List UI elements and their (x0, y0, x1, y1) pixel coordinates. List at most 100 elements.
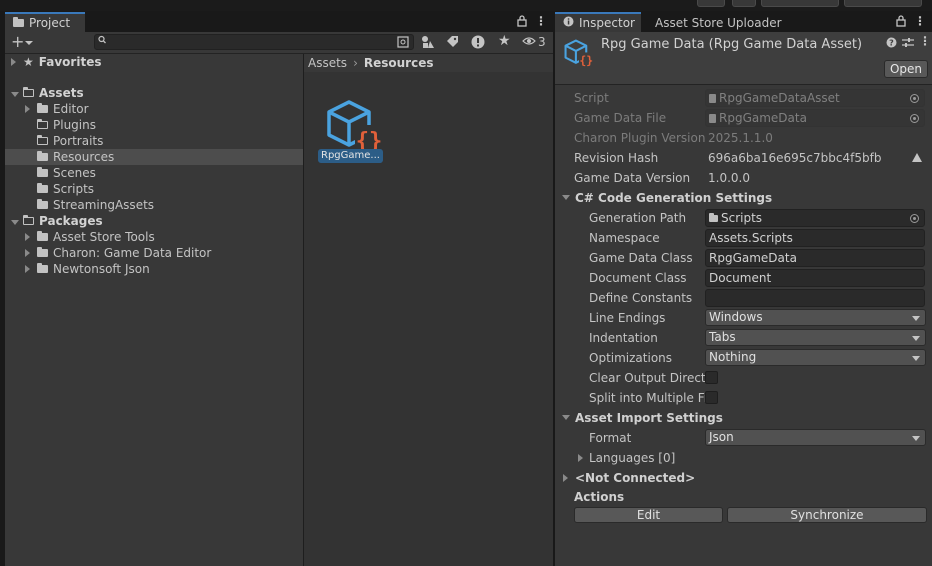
eye-icon[interactable] (522, 35, 536, 50)
object-picker-icon[interactable] (910, 94, 919, 103)
format-dropdown[interactable]: Json (705, 429, 926, 446)
tree-item-label: Portraits (53, 134, 104, 148)
tree-item-charon-game-data-editor[interactable]: Charon: Game Data Editor (5, 245, 303, 261)
foldout-arrow-icon[interactable] (563, 474, 568, 482)
project-panel: Project ⋮ + ★ 3 ★ Favorites Assets Edito… (5, 12, 553, 566)
game-data-file-row: Game Data File RpgGameData (555, 108, 932, 128)
search-input[interactable] (94, 34, 414, 50)
line-endings-dropdown[interactable]: Windows (705, 309, 926, 326)
chevron-down-icon[interactable] (25, 36, 33, 50)
lock-icon[interactable] (896, 15, 906, 30)
folder-open-icon (37, 134, 48, 148)
history-button[interactable] (697, 0, 725, 7)
asset-label[interactable]: RpgGame... (318, 149, 383, 163)
generation-path-row: Generation Path Scripts (555, 208, 932, 228)
tree-item-newtonsoft-json[interactable]: Newtonsoft Json (5, 261, 303, 277)
clear-output-row: Clear Output Directo (555, 368, 932, 388)
foldout-arrow-icon[interactable] (562, 415, 570, 420)
project-toolbar: + ★ 3 (5, 32, 553, 54)
foldout-arrow-icon[interactable] (25, 249, 30, 257)
folder-shape (37, 103, 48, 113)
search-top-button[interactable] (732, 0, 756, 7)
namespace-input[interactable]: Assets.Scripts (705, 229, 925, 247)
lock-icon[interactable] (517, 15, 527, 30)
error-filter-icon[interactable] (471, 35, 485, 52)
foldout-arrow-icon[interactable] (25, 265, 30, 273)
game-data-class-input[interactable]: RpgGameData (705, 249, 925, 267)
generation-path-field[interactable]: Scripts (705, 209, 925, 227)
foldout-arrow-icon[interactable] (11, 220, 19, 225)
presets-icon[interactable] (902, 37, 914, 51)
layers-dropdown[interactable] (761, 0, 839, 7)
layout-dropdown[interactable] (844, 0, 922, 7)
kebab-menu-icon[interactable]: ⋮ (919, 34, 931, 48)
foldout-slot (11, 214, 23, 228)
tree-item-favorites[interactable]: ★ Favorites (5, 54, 303, 70)
folder-shape (37, 151, 48, 161)
synchronize-button[interactable]: Synchronize (727, 507, 927, 523)
label-tag-icon[interactable] (446, 35, 459, 51)
document-class-row: Document Class Document (555, 268, 932, 288)
tab-inspector[interactable]: Inspector (555, 12, 641, 32)
edit-button[interactable]: Edit (574, 507, 723, 523)
foldout-slot (25, 230, 37, 244)
tree-item-asset-store-tools[interactable]: Asset Store Tools (5, 229, 303, 245)
star-icon[interactable]: ★ (498, 34, 511, 48)
tab-asset-store-uploader[interactable]: Asset Store Uploader (647, 12, 787, 32)
split-files-checkbox[interactable] (705, 391, 718, 404)
foldout-arrow-icon[interactable] (11, 58, 16, 66)
tree-item-scenes[interactable]: Scenes (5, 165, 303, 181)
folder-shape (37, 199, 48, 209)
actions-row: Actions (555, 487, 932, 507)
clear-output-checkbox[interactable] (705, 371, 718, 384)
foldout-arrow-icon[interactable] (562, 195, 570, 200)
object-picker-icon[interactable] (910, 214, 919, 223)
indentation-dropdown[interactable]: Tabs (705, 329, 926, 346)
tab-project[interactable]: Project (5, 12, 85, 32)
tree-item-assets[interactable]: Assets (5, 85, 303, 101)
indentation-row: Indentation Tabs (555, 328, 932, 348)
script-field[interactable]: RpgGameDataAsset (705, 89, 925, 107)
tree-item-editor[interactable]: Editor (5, 101, 303, 117)
breadcrumb-resources[interactable]: Resources (364, 56, 434, 70)
kebab-menu-icon[interactable]: ⋮ (914, 14, 926, 28)
folder-shape (23, 215, 34, 225)
foldout-arrow-icon[interactable] (578, 454, 583, 462)
open-button[interactable]: Open (884, 60, 928, 78)
foldout-slot (11, 55, 23, 69)
help-icon[interactable]: ? (886, 37, 897, 51)
tree-item-resources[interactable]: Resources (5, 149, 303, 165)
connection-foldout[interactable]: <Not Connected> (555, 468, 932, 488)
import-foldout[interactable]: Asset Import Settings (555, 408, 932, 428)
tree-item-label: StreamingAssets (53, 198, 155, 212)
optimizations-row: Optimizations Nothing (555, 348, 932, 368)
revision-hash-value: 696a6ba16e695c7bbc4f5bfb (708, 151, 882, 165)
object-picker-icon[interactable] (910, 114, 919, 123)
plugin-version-value: 2025.1.1.0 (708, 131, 773, 145)
foldout-arrow-icon[interactable] (25, 105, 30, 113)
folder-icon (13, 17, 24, 27)
filter-by-type-icon[interactable] (421, 35, 435, 52)
tab-project-label: Project (29, 16, 71, 30)
kebab-menu-icon[interactable]: ⋮ (535, 14, 547, 28)
game-data-file-field[interactable]: RpgGameData (705, 109, 925, 127)
tree-item-packages[interactable]: Packages (5, 213, 303, 229)
languages-foldout[interactable]: Languages [0] (555, 448, 932, 468)
folder-icon (37, 150, 48, 164)
tree-item-scripts[interactable]: Scripts (5, 181, 303, 197)
document-class-input[interactable]: Document (705, 269, 925, 287)
tree-item-streamingassets[interactable]: StreamingAssets (5, 197, 303, 213)
breadcrumb-assets[interactable]: Assets (308, 56, 347, 70)
search-by-type-icon[interactable] (397, 36, 409, 51)
define-constants-label: Define Constants (589, 291, 693, 305)
create-plus-icon[interactable]: + (11, 34, 24, 50)
define-constants-input[interactable] (705, 289, 925, 307)
actions-header: Actions (574, 490, 625, 504)
foldout-arrow-icon[interactable] (25, 233, 30, 241)
codegen-foldout[interactable]: C# Code Generation Settings (555, 188, 932, 208)
tree-item-plugins[interactable]: Plugins (5, 117, 303, 133)
tree-item-portraits[interactable]: Portraits (5, 133, 303, 149)
optimizations-dropdown[interactable]: Nothing (705, 349, 926, 366)
tree-item-label: Newtonsoft Json (53, 262, 150, 276)
foldout-arrow-icon[interactable] (11, 92, 19, 97)
